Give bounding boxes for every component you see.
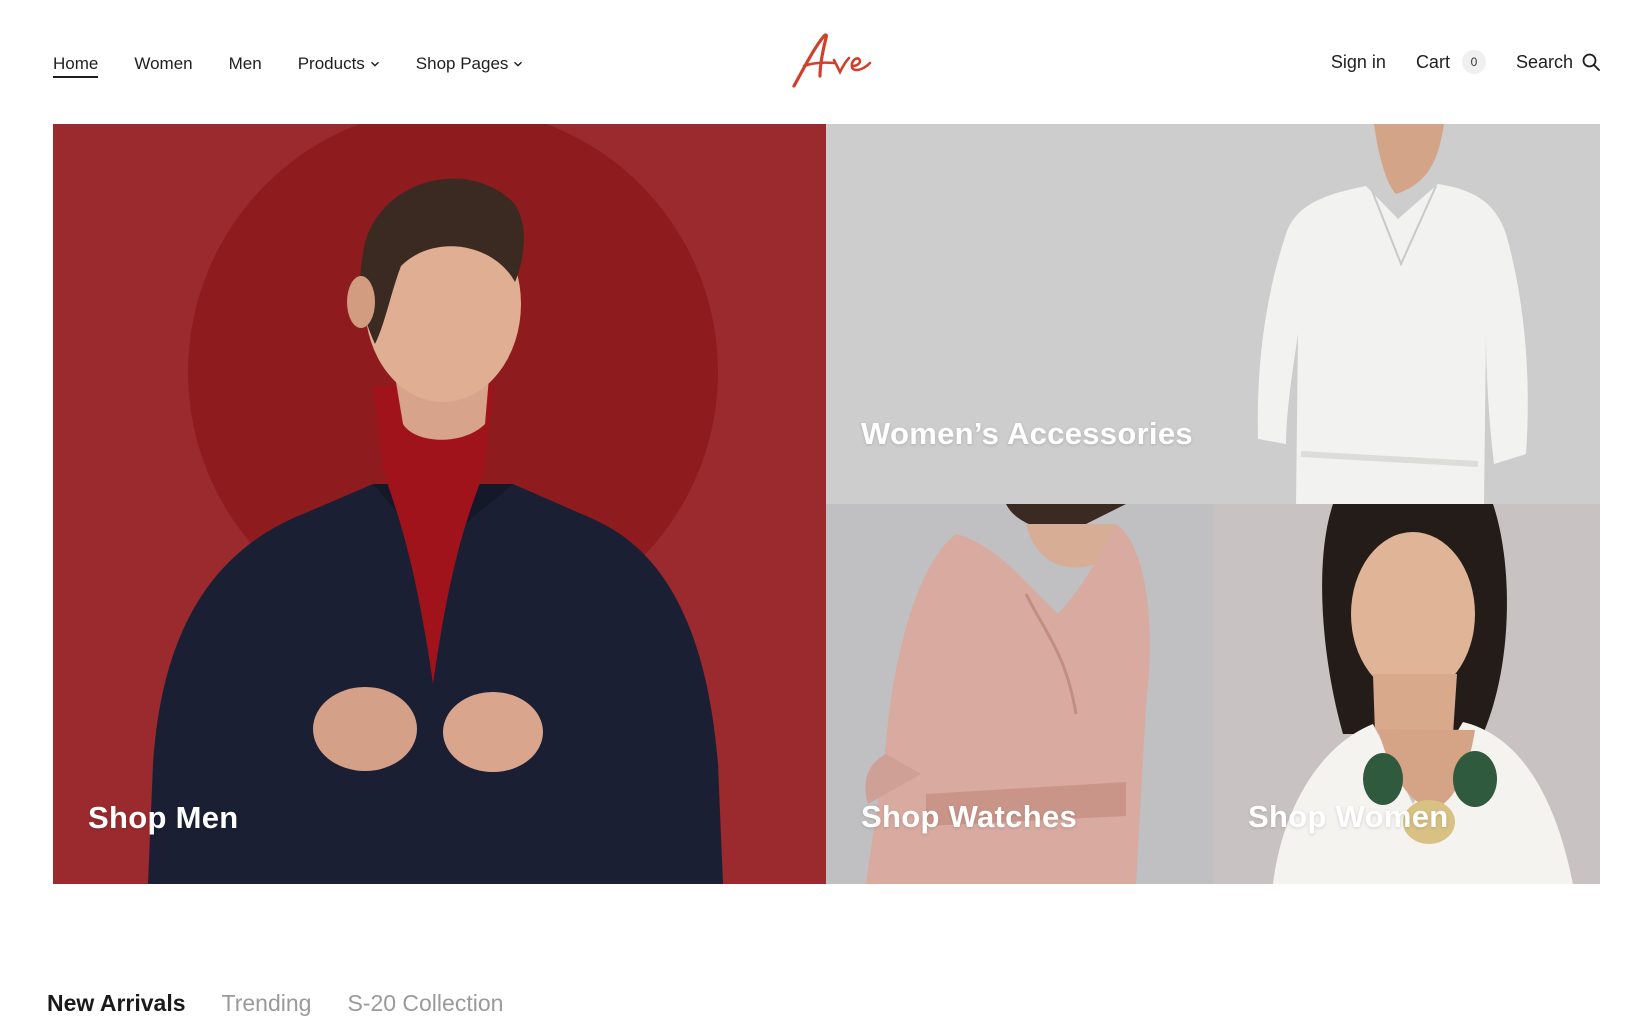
cart-link[interactable]: Cart 0 — [1416, 50, 1486, 74]
sign-in-link[interactable]: Sign in — [1331, 52, 1386, 73]
product-tabs: New Arrivals Trending S-20 Collection — [47, 990, 539, 1017]
shop-men-label: Shop Men — [88, 800, 239, 835]
brand-logo[interactable] — [790, 30, 876, 92]
search-link[interactable]: Search — [1516, 52, 1601, 73]
site-header: Home Women Men Products Shop Pages Sign … — [0, 0, 1650, 124]
nav-home[interactable]: Home — [53, 54, 99, 78]
ave-logo-mark — [792, 33, 872, 88]
womens-accessories-tile[interactable]: Women’s Accessories — [826, 124, 1600, 504]
shop-watches-label: Shop Watches — [861, 799, 1078, 834]
men-model-image — [148, 124, 723, 884]
womens-accessories-label: Women’s Accessories — [861, 416, 1193, 451]
shop-men-tile[interactable]: Shop Men — [53, 124, 826, 884]
search-icon — [1582, 53, 1600, 71]
tab-s20-collection[interactable]: S-20 Collection — [347, 990, 503, 1017]
main-nav: Home Women Men Products Shop Pages — [53, 50, 559, 78]
chevron-down-icon — [370, 61, 379, 67]
nav-shop-pages[interactable]: Shop Pages — [416, 54, 524, 74]
chevron-down-icon — [514, 61, 523, 67]
shop-women-label: Shop Women — [1248, 799, 1449, 834]
nav-shop-pages-label: Shop Pages — [415, 54, 509, 73]
nav-products[interactable]: Products — [298, 54, 380, 74]
nav-men-label: Men — [228, 54, 262, 73]
tab-new-arrivals[interactable]: New Arrivals — [47, 990, 186, 1017]
shop-women-tile[interactable]: Shop Women — [1213, 504, 1600, 884]
nav-men[interactable]: Men — [229, 54, 262, 74]
nav-women-label: Women — [134, 54, 193, 73]
cart-label: Cart — [1415, 51, 1450, 72]
shop-watches-tile[interactable]: Shop Watches — [826, 504, 1213, 884]
cart-count-badge: 0 — [1461, 50, 1486, 74]
header-actions: Sign in Cart 0 Search — [1301, 50, 1601, 74]
nav-home-label: Home — [53, 54, 99, 73]
sign-in-label: Sign in — [1330, 51, 1386, 72]
nav-products-label: Products — [297, 54, 365, 73]
category-grid: Shop Men Women’s Accessories Shop Watche… — [53, 124, 1600, 884]
nav-women[interactable]: Women — [134, 54, 192, 74]
tab-trending[interactable]: Trending — [222, 990, 312, 1017]
search-label: Search — [1515, 51, 1573, 72]
